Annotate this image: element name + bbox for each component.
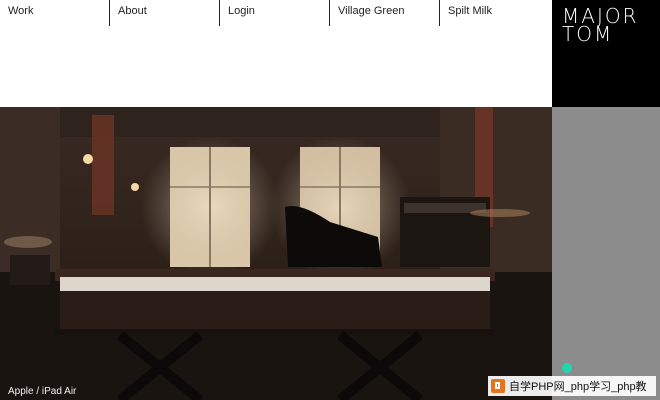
side-panel bbox=[552, 107, 660, 400]
hero-scene-illustration bbox=[0, 107, 552, 400]
nav-item-about[interactable]: About bbox=[110, 0, 220, 26]
status-dot bbox=[562, 363, 572, 373]
watermark-badge: 自学PHP网_php学习_php教 bbox=[488, 376, 656, 396]
nav-item-village-green[interactable]: Village Green bbox=[330, 0, 440, 26]
nav-item-login[interactable]: Login bbox=[220, 0, 330, 26]
brand-logo[interactable]: MAJOR TOM bbox=[552, 0, 660, 107]
top-navigation: Work About Login Village Green Spilt Mil… bbox=[0, 0, 552, 26]
logo-text-line-2: TOM bbox=[562, 22, 614, 46]
nav-item-spilt-milk[interactable]: Spilt Milk bbox=[440, 0, 550, 26]
watermark-text: 自学PHP网_php学习_php教 bbox=[509, 381, 647, 393]
hero-image bbox=[0, 107, 552, 400]
nav-item-work[interactable]: Work bbox=[0, 0, 110, 26]
hero-caption[interactable]: Apple / iPad Air bbox=[8, 386, 76, 397]
watermark-logo-icon bbox=[491, 379, 505, 393]
